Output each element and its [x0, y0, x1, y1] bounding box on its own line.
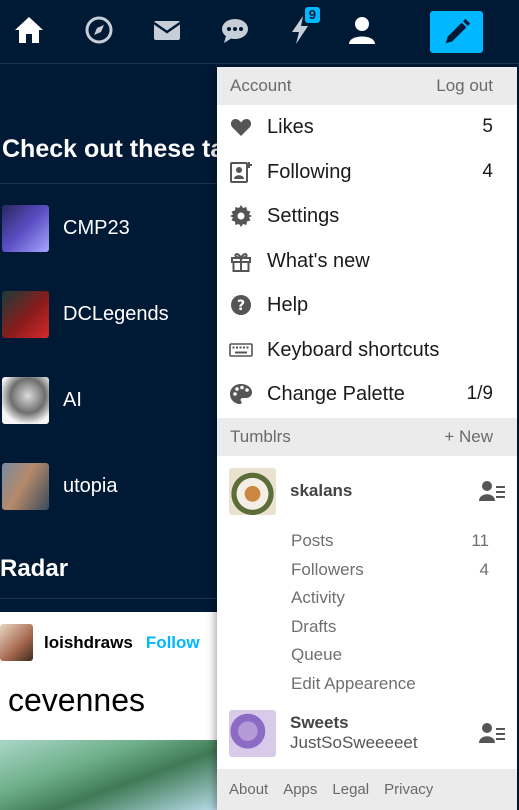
stat-value: 11 [471, 531, 489, 550]
tag-thumbnail [2, 463, 49, 510]
post-title: cevennes [8, 682, 145, 718]
gift-icon [229, 249, 253, 273]
blog-name: skalans [290, 481, 353, 500]
footer-link-apps[interactable]: Apps [283, 781, 317, 798]
tag-label: DCLegends [63, 303, 169, 325]
svg-text:?: ? [237, 298, 245, 314]
blog-link-queue[interactable]: Queue [291, 641, 489, 669]
home-icon[interactable] [9, 10, 49, 50]
tag-label: utopia [63, 475, 118, 497]
new-blog-button[interactable]: + New [444, 427, 493, 447]
stat-label: Drafts [291, 617, 337, 636]
blog-title: JustSoSweeeeet [290, 733, 418, 752]
account-header-title: Account [230, 76, 292, 95]
avatar[interactable] [0, 624, 33, 661]
menu-item-label: Keyboard shortcuts [267, 338, 440, 361]
menu-item-label: Likes [267, 115, 314, 138]
manage-blog-icon[interactable] [479, 480, 505, 502]
tag-item-cmp23[interactable]: CMP23 [2, 205, 130, 252]
follow-button[interactable]: Follow [146, 633, 200, 653]
activity-icon[interactable]: 9 [280, 7, 320, 50]
menu-item-count: 5 [482, 116, 493, 137]
menu-item-settings[interactable]: Settings [217, 196, 517, 236]
compose-button[interactable] [430, 11, 483, 53]
menu-item-help[interactable]: ? Help [217, 285, 517, 325]
avatar [229, 467, 276, 515]
menu-item-keyboard-shortcuts[interactable]: Keyboard shortcuts [217, 330, 517, 370]
divider [0, 598, 217, 599]
blog-item-sweets[interactable]: Sweets JustSoSweeeeet [229, 708, 505, 758]
post-image [0, 740, 217, 810]
tag-label: AI [63, 389, 82, 411]
menu-item-count: 4 [482, 161, 493, 182]
avatar [229, 709, 276, 757]
tags-heading: Check out these tags [2, 135, 254, 163]
stat-label: Followers [291, 560, 364, 579]
explore-icon[interactable] [79, 10, 119, 50]
tumblrs-section-header: Tumblrs + New [217, 418, 517, 456]
stat-label: Activity [291, 588, 345, 607]
account-icon[interactable] [342, 10, 382, 50]
gear-icon [229, 204, 253, 228]
tag-item-dclegends[interactable]: DCLegends [2, 291, 169, 338]
tag-thumbnail [2, 205, 49, 252]
blog-name: Sweets [290, 713, 349, 732]
radar-post: loishdraws Follow cevennes [0, 612, 217, 810]
menu-item-label: Settings [267, 204, 340, 227]
radar-heading: Radar [0, 555, 69, 582]
account-section-header: Account Log out [217, 67, 517, 105]
blog-link-edit-appearance[interactable]: Edit Appearence [291, 670, 489, 698]
tag-thumbnail [2, 291, 49, 338]
post-username[interactable]: loishdraws [44, 633, 133, 653]
help-icon: ? [229, 293, 253, 317]
tag-thumbnail [2, 377, 49, 424]
menu-item-label: What's new [267, 249, 370, 272]
palette-icon [229, 382, 253, 406]
divider [0, 183, 217, 184]
blog-link-activity[interactable]: Activity [291, 584, 489, 612]
tag-item-ai[interactable]: AI [2, 377, 82, 424]
blog-item-skalans[interactable]: skalans [229, 466, 505, 516]
menu-item-label: Change Palette [267, 382, 405, 405]
logout-link[interactable]: Log out [436, 76, 493, 96]
menu-item-label: Help [267, 293, 309, 316]
tag-label: CMP23 [63, 217, 130, 239]
menu-item-change-palette[interactable]: Change Palette 1/9 [217, 374, 517, 414]
messages-icon[interactable] [215, 10, 255, 50]
pencil-icon [445, 18, 470, 44]
blog-stat-posts[interactable]: Posts 11 [291, 527, 489, 555]
footer-link-about[interactable]: About [229, 781, 268, 798]
menu-item-likes[interactable]: Likes 5 [217, 107, 517, 147]
keyboard-icon [229, 338, 253, 362]
menu-item-following[interactable]: Following 4 [217, 152, 517, 192]
stat-label: Queue [291, 645, 343, 664]
stat-label: Posts [291, 531, 334, 550]
blog-link-drafts[interactable]: Drafts [291, 613, 489, 641]
footer-link-legal[interactable]: Legal [332, 781, 369, 798]
post-header: loishdraws Follow [0, 624, 200, 661]
notification-badge: 9 [304, 7, 320, 23]
blog-stat-followers[interactable]: Followers 4 [291, 556, 489, 584]
stat-label: Edit Appearence [291, 674, 416, 693]
account-menu: Account Log out Likes 5 Following 4 Sett… [217, 67, 517, 810]
tag-item-utopia[interactable]: utopia [2, 463, 118, 510]
inbox-icon[interactable] [147, 10, 187, 50]
tumblrs-header-title: Tumblrs [230, 427, 291, 446]
menu-footer: About Apps Legal Privacy [217, 769, 517, 810]
following-icon [229, 160, 253, 184]
stat-value: 4 [479, 560, 489, 579]
footer-link-privacy[interactable]: Privacy [384, 781, 433, 798]
menu-item-label: Following [267, 160, 352, 183]
top-navigation: 9 [0, 0, 519, 64]
manage-blog-icon[interactable] [479, 722, 505, 744]
menu-item-whats-new[interactable]: What's new [217, 241, 517, 281]
menu-item-count: 1/9 [466, 383, 493, 404]
heart-icon [229, 115, 253, 139]
